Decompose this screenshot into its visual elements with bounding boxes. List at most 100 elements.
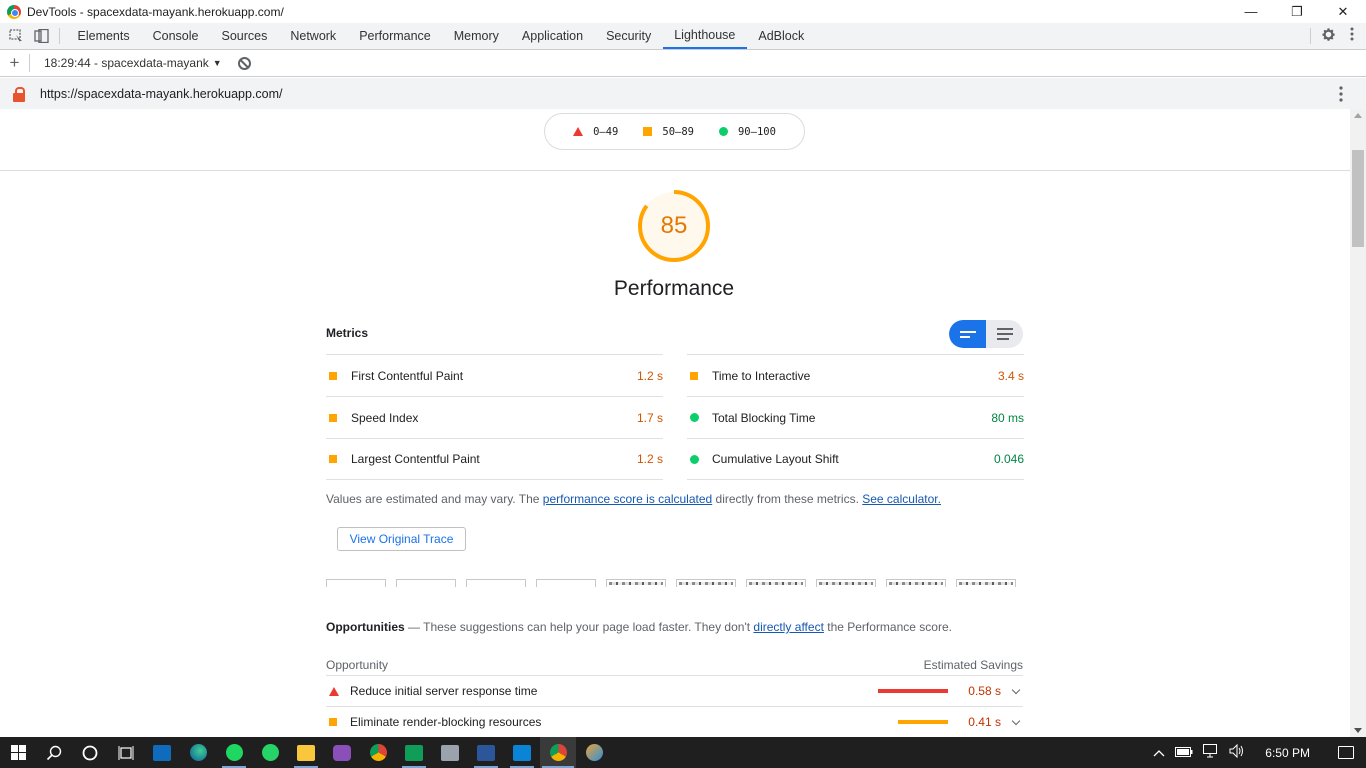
tab-label: Memory — [453, 29, 499, 43]
taskbar-clock[interactable]: 6:50 PM — [1265, 746, 1310, 760]
tab-performance[interactable]: Performance — [348, 23, 443, 49]
opportunities-columns: Opportunity Estimated Savings — [326, 654, 1023, 676]
legend-average: 50–89 — [643, 126, 694, 138]
start-icon[interactable] — [0, 737, 36, 768]
report-select-label: 18:29:44 - spacexdata-mayank — [44, 56, 209, 70]
opportunity-row[interactable]: Reduce initial server response time 0.58… — [326, 676, 1023, 707]
filmstrip-frame — [816, 579, 876, 587]
score-legend-bar: 0–49 50–89 90–100 — [0, 109, 1350, 171]
metric-value: 1.7 s — [636, 410, 663, 425]
settings-gear-icon[interactable] — [1321, 27, 1336, 46]
vscode-icon[interactable] — [504, 737, 540, 768]
chrome-dev-icon — [549, 744, 567, 761]
metrics-heading: Metrics — [326, 326, 369, 340]
photos-icon[interactable] — [432, 737, 468, 768]
devtools-tabs: Elements Console Sources Network Perform… — [60, 23, 816, 49]
tab-application[interactable]: Application — [510, 23, 594, 49]
opportunity-row[interactable]: Eliminate render-blocking resources 0.41… — [326, 707, 1023, 737]
legend-fail: 0–49 — [573, 126, 618, 138]
report-scrollbar[interactable] — [1350, 109, 1366, 737]
performance-title: Performance — [613, 277, 735, 300]
spotify-icon — [225, 744, 243, 761]
devtools-tool-icons — [0, 28, 60, 44]
chrome-logo-icon — [7, 4, 21, 19]
more-options-kebab-icon[interactable] — [1350, 27, 1354, 45]
spotify-icon[interactable] — [216, 737, 252, 768]
tab-elements[interactable]: Elements — [66, 23, 141, 49]
search-icon[interactable] — [36, 737, 72, 768]
legend-fail-label: 0–49 — [593, 125, 619, 138]
minimize-button[interactable]: — — [1228, 0, 1274, 23]
tab-security[interactable]: Security — [595, 23, 663, 49]
chrome-icon[interactable] — [360, 737, 396, 768]
edge-icon[interactable] — [180, 737, 216, 768]
report-url[interactable]: https://spacexdata-mayank.herokuapp.com/ — [40, 87, 283, 101]
see-calculator-link[interactable]: See calculator. — [862, 492, 941, 506]
tab-console[interactable]: Console — [141, 23, 210, 49]
average-square-icon — [329, 455, 337, 463]
hangouts-icon[interactable] — [396, 737, 432, 768]
battery-icon[interactable] — [1175, 746, 1193, 760]
scrollbar-thumb[interactable] — [1352, 150, 1364, 247]
metric-value: 1.2 s — [636, 452, 663, 466]
whatsapp-icon[interactable] — [252, 737, 288, 768]
word-icon[interactable] — [468, 737, 504, 768]
expand-chevron-icon[interactable] — [1009, 684, 1023, 698]
compact-view-toggle[interactable] — [949, 320, 986, 348]
pass-circle-icon — [687, 454, 711, 464]
show-hidden-icons-chevron-up-icon[interactable] — [1153, 746, 1165, 760]
tab-label: Console — [152, 29, 199, 43]
directly-affect-link[interactable]: directly affect — [753, 620, 823, 634]
report-menu-kebab-icon[interactable] — [1336, 85, 1346, 102]
view-original-trace-button[interactable]: View Original Trace — [337, 527, 466, 551]
opportunities-header: Opportunities — These suggestions can he… — [326, 620, 952, 634]
chrome-dev-icon[interactable] — [540, 737, 576, 768]
tab-label: Sources — [221, 29, 268, 43]
expanded-view-toggle[interactable] — [986, 320, 1023, 348]
tab-label: Application — [521, 29, 584, 43]
metric-row: Total Blocking Time 80 ms — [687, 396, 1024, 438]
report-select-dropdown[interactable]: 18:29:44 - spacexdata-mayank ▼ — [30, 56, 222, 70]
edge-icon — [189, 744, 207, 761]
new-report-plus-icon[interactable]: + — [0, 54, 30, 72]
task-view-icon[interactable] — [108, 737, 144, 768]
restore-button[interactable]: ❐ — [1274, 0, 1320, 23]
tab-sources[interactable]: Sources — [210, 23, 279, 49]
scroll-up-arrow-icon[interactable] — [1354, 113, 1362, 118]
close-button[interactable]: ✕ — [1320, 0, 1366, 23]
inspect-element-icon[interactable] — [9, 29, 24, 43]
expand-chevron-icon[interactable] — [1009, 715, 1023, 729]
average-square-icon — [329, 371, 337, 380]
opportunity-title: Reduce initial server response time — [350, 684, 538, 698]
tab-lighthouse[interactable]: Lighthouse — [662, 23, 747, 49]
vscode-icon — [513, 744, 531, 761]
tab-adblock[interactable]: AdBlock — [747, 23, 816, 49]
lighthouse-toolbar: + 18:29:44 - spacexdata-mayank ▼ — [0, 50, 1366, 77]
filmstrip-frame — [536, 579, 596, 587]
tab-network[interactable]: Network — [279, 23, 348, 49]
average-square-icon — [690, 371, 698, 380]
filmstrip-frame — [466, 579, 526, 587]
clear-reports-icon[interactable] — [237, 56, 251, 70]
score-calculated-link[interactable]: performance score is calculated — [543, 492, 712, 506]
network-icon[interactable] — [1203, 744, 1219, 761]
cortana-icon[interactable] — [72, 737, 108, 768]
file-explorer-icon[interactable] — [288, 737, 324, 768]
tab-label: Performance — [359, 29, 431, 43]
scroll-down-arrow-icon[interactable] — [1354, 728, 1362, 733]
filmstrip-frame — [606, 579, 666, 587]
opportunity-savings: 0.58 s — [968, 684, 1001, 698]
device-toolbar-icon[interactable] — [34, 28, 49, 44]
fail-triangle-icon — [326, 686, 350, 696]
lighthouse-report: 0–49 50–89 90–100 85 Performance Metrics — [0, 109, 1350, 737]
average-square-icon — [329, 718, 337, 726]
gitkraken-icon[interactable] — [324, 737, 360, 768]
notifications-icon[interactable] — [1338, 746, 1354, 759]
tab-memory[interactable]: Memory — [442, 23, 510, 49]
volume-icon[interactable] — [1229, 743, 1245, 761]
mail-icon[interactable] — [144, 737, 180, 768]
tab-label: Lighthouse — [674, 28, 736, 42]
paint-icon[interactable] — [576, 737, 612, 768]
average-square-icon — [326, 371, 350, 380]
filmstrip-frame — [396, 579, 456, 587]
